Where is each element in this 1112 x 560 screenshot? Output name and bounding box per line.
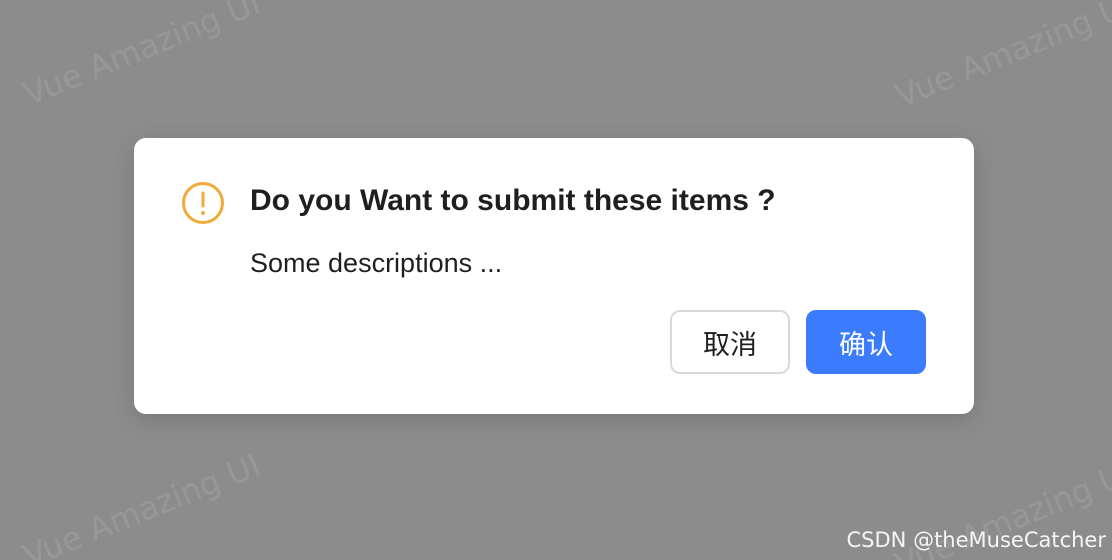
confirm-button[interactable]: 确认	[806, 310, 926, 374]
watermark-text: Vue Amazing UI	[18, 445, 266, 560]
watermark-text: Vue Amazing UI	[18, 0, 266, 114]
source-credit: CSDN @theMuseCatcher	[846, 528, 1106, 552]
watermark-text: Vue Amazing UI	[890, 0, 1112, 116]
dialog-title: Do you Want to submit these items ?	[250, 184, 776, 217]
confirm-dialog: Do you Want to submit these items ? Some…	[134, 138, 974, 414]
exclamation-circle-icon	[182, 182, 224, 224]
dialog-description: Some descriptions ...	[250, 248, 503, 278]
cancel-button[interactable]: 取消	[670, 310, 790, 374]
